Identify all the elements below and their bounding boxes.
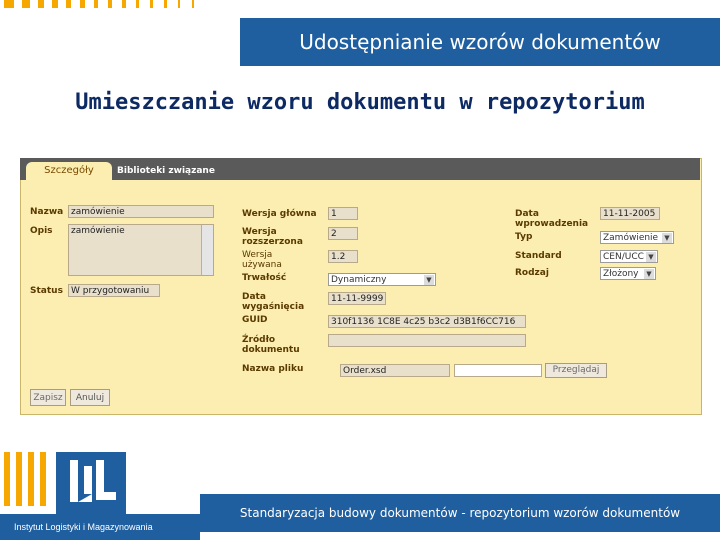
chevron-down-icon: ▼: [424, 275, 434, 285]
file-path-input[interactable]: [454, 364, 542, 377]
name-field[interactable]: zamówienie: [68, 205, 214, 218]
extended-version-field[interactable]: 2: [328, 227, 358, 240]
tab-related-libraries[interactable]: Biblioteki związane: [116, 162, 216, 180]
durability-value: Dynamiczny: [331, 275, 387, 285]
description-scrollbar[interactable]: [201, 225, 213, 275]
top-stripes: [0, 0, 240, 10]
tab-details[interactable]: Szczegóły: [26, 162, 112, 180]
standard-label: Standard: [515, 251, 562, 261]
source-label: Źródło dokumentu: [242, 335, 300, 355]
durability-select[interactable]: Dynamiczny ▼: [328, 273, 436, 286]
cancel-button[interactable]: Anuluj: [70, 389, 110, 406]
description-textarea[interactable]: zamówienie: [68, 224, 214, 276]
durability-label: Trwałość: [242, 273, 287, 283]
slide-title: Umieszczanie wzoru dokumentu w repozytor…: [75, 90, 645, 115]
browse-button[interactable]: Przeglądaj: [545, 363, 607, 378]
type-select[interactable]: Zamówienie ▼: [600, 231, 674, 244]
description-text: zamówienie: [71, 226, 125, 236]
expiry-date-label: Data wygaśnięcia: [242, 292, 305, 312]
guid-field[interactable]: 310f1136 1C8E 4c25 b3c2 d3B1f6CC716: [328, 315, 526, 328]
main-version-field[interactable]: 1: [328, 207, 358, 220]
used-version-label: Wersja używana: [242, 250, 282, 270]
status-label: Status: [30, 286, 63, 296]
file-name-label: Nazwa pliku: [242, 364, 304, 374]
type-value: Zamówienie: [603, 233, 659, 243]
source-field[interactable]: [328, 334, 526, 347]
kind-label: Rodzaj: [515, 268, 549, 278]
guid-label: GUID: [242, 315, 268, 325]
chevron-down-icon: ▼: [662, 233, 672, 243]
description-label: Opis: [30, 226, 53, 236]
institute-name: Instytut Logistyki i Magazynowania: [0, 514, 200, 540]
chevron-down-icon: ▼: [646, 252, 656, 262]
header-banner: Udostępnianie wzorów dokumentów: [240, 18, 720, 66]
name-label: Nazwa: [30, 207, 64, 217]
chevron-down-icon: ▼: [644, 269, 654, 279]
institute-logo: [56, 452, 126, 514]
file-name-field[interactable]: Order.xsd: [340, 364, 450, 377]
standard-select[interactable]: CEN/UCC ▼: [600, 250, 658, 263]
kind-value: Złożony: [603, 269, 639, 279]
standard-value: CEN/UCC: [603, 252, 644, 262]
extended-version-label: Wersja rozszerzona: [242, 227, 303, 247]
entry-date-label: Data wprowadzenia: [515, 209, 589, 229]
type-label: Typ: [515, 232, 533, 242]
main-version-label: Wersja główna: [242, 209, 317, 219]
footer-caption: Standaryzacja budowy dokumentów - repozy…: [200, 494, 720, 532]
status-field[interactable]: W przygotowaniu: [68, 284, 160, 297]
save-button[interactable]: Zapisz: [30, 389, 66, 406]
expiry-date-field[interactable]: 11-11-9999: [328, 292, 386, 305]
logo-mark-icon: [70, 460, 116, 502]
kind-select[interactable]: Złożony ▼: [600, 267, 656, 280]
entry-date-field[interactable]: 11-11-2005: [600, 207, 660, 220]
used-version-field[interactable]: 1.2: [328, 250, 358, 263]
